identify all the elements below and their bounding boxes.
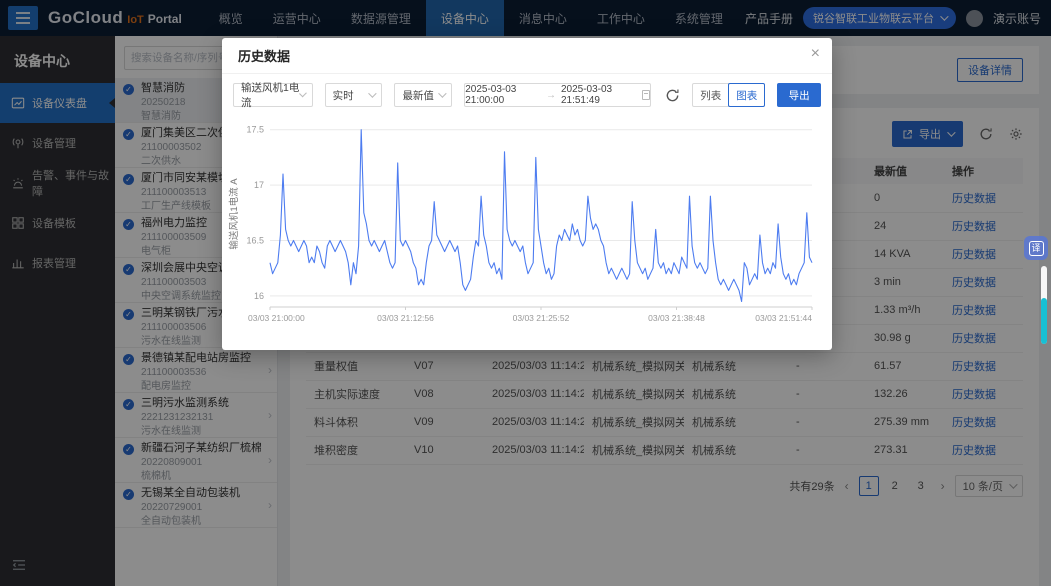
chart-area: 输送风机1电流 A 1616.51717.503/03 21:00:0003/0… <box>222 115 832 336</box>
calendar-icon <box>642 90 651 100</box>
modal-title: 历史数据 <box>238 46 290 65</box>
svg-text:03/03 21:51:44: 03/03 21:51:44 <box>755 313 812 323</box>
svg-text:03/03 21:12:56: 03/03 21:12:56 <box>377 313 434 323</box>
svg-text:17.5: 17.5 <box>246 125 264 135</box>
modal-refresh-icon[interactable] <box>665 88 680 103</box>
range-start: 2025-03-03 21:00:00 <box>465 84 541 106</box>
close-icon[interactable]: × <box>811 46 820 62</box>
range-end: 2025-03-03 21:51:49 <box>561 84 637 106</box>
modal-controls: 输送风机1电流 实时 最新值 2025-03-03 21:00:00 → 202… <box>222 74 832 115</box>
date-range-picker[interactable]: 2025-03-03 21:00:00 → 2025-03-03 21:51:4… <box>464 83 651 107</box>
value-type-select[interactable]: 最新值 <box>394 83 452 107</box>
view-toggle-chart[interactable]: 图表 <box>728 83 765 107</box>
svg-text:16: 16 <box>254 291 264 301</box>
view-toggle: 列表 图表 <box>692 83 765 107</box>
translate-icon: 译 <box>1029 241 1044 256</box>
svg-text:03/03 21:00:00: 03/03 21:00:00 <box>248 313 305 323</box>
mode-select[interactable]: 实时 <box>325 83 383 107</box>
history-line-chart: 16 16.5 17 17.5 03/03 21:00:00 03/03 21:12:56… <box>236 117 818 331</box>
app-window: GoCloud IoT Portal 概览 运营中心 数据源管理 设备中心 消息… <box>0 0 1051 586</box>
range-arrow: → <box>546 90 556 101</box>
history-data-modal: 历史数据 × 输送风机1电流 实时 最新值 2025-03-03 21:00:0… <box>222 38 832 350</box>
page-scrollbar <box>1041 266 1047 344</box>
chevron-down-icon <box>438 89 446 97</box>
view-toggle-list[interactable]: 列表 <box>692 83 729 107</box>
attribute-select[interactable]: 输送风机1电流 <box>233 83 313 107</box>
scrollbar-thumb[interactable] <box>1041 298 1047 344</box>
svg-text:17: 17 <box>254 180 264 190</box>
svg-text:03/03 21:38:48: 03/03 21:38:48 <box>648 313 705 323</box>
chevron-down-icon <box>369 89 377 97</box>
modal-header: 历史数据 × <box>222 38 832 74</box>
svg-text:03/03 21:25:52: 03/03 21:25:52 <box>513 313 570 323</box>
translate-extension-badge[interactable]: 译 <box>1024 236 1048 260</box>
chevron-down-icon <box>299 90 307 98</box>
svg-text:16.5: 16.5 <box>246 236 264 246</box>
modal-export-button[interactable]: 导出 <box>777 83 821 107</box>
